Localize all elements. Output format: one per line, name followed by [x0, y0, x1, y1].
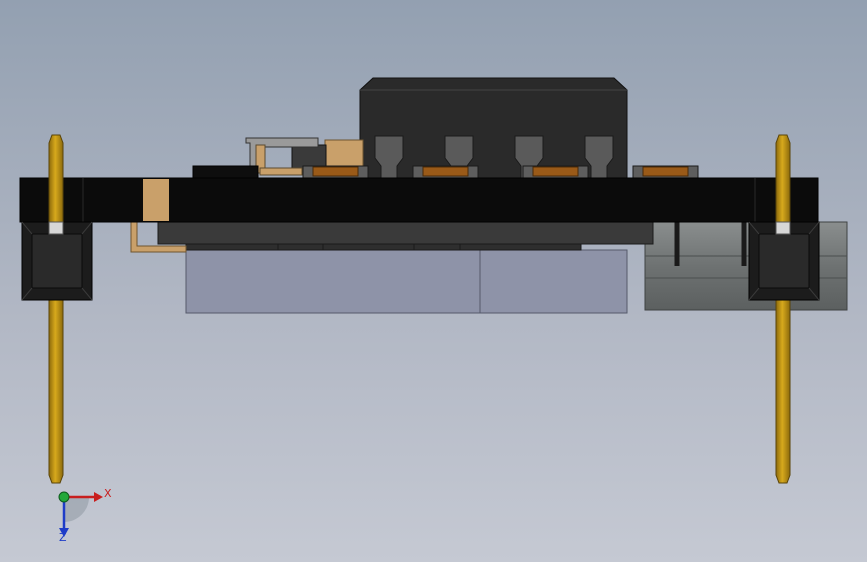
pin-collar: [775, 221, 791, 235]
x-axis-label: X: [104, 487, 112, 500]
gray-module[interactable]: [185, 249, 628, 314]
gold-pin: [48, 134, 64, 484]
y-axis-dot: [58, 491, 70, 503]
smd-part[interactable]: [412, 165, 479, 179]
smd-part[interactable]: [632, 165, 699, 179]
smd-part[interactable]: [302, 165, 369, 179]
pin-collar: [48, 221, 64, 235]
smd-part[interactable]: [522, 165, 589, 179]
under-board-layers: [157, 221, 654, 251]
reference-triad: X Z: [58, 487, 112, 544]
x-axis-arrowhead: [94, 492, 103, 502]
copper-pad: [422, 166, 469, 177]
top-connector-housing[interactable]: [359, 77, 628, 179]
header-block-inner: [31, 233, 83, 289]
header-block-inner: [758, 233, 810, 289]
copper-pad: [642, 166, 689, 177]
cad-viewport[interactable]: X Z: [0, 0, 867, 562]
copper-pad: [312, 166, 359, 177]
copper-pad: [532, 166, 579, 177]
pcb-board[interactable]: [19, 177, 819, 223]
gold-pin: [775, 134, 791, 484]
z-axis-label: Z: [59, 531, 67, 544]
pcb-assembly-side-view[interactable]: X Z: [0, 0, 867, 562]
